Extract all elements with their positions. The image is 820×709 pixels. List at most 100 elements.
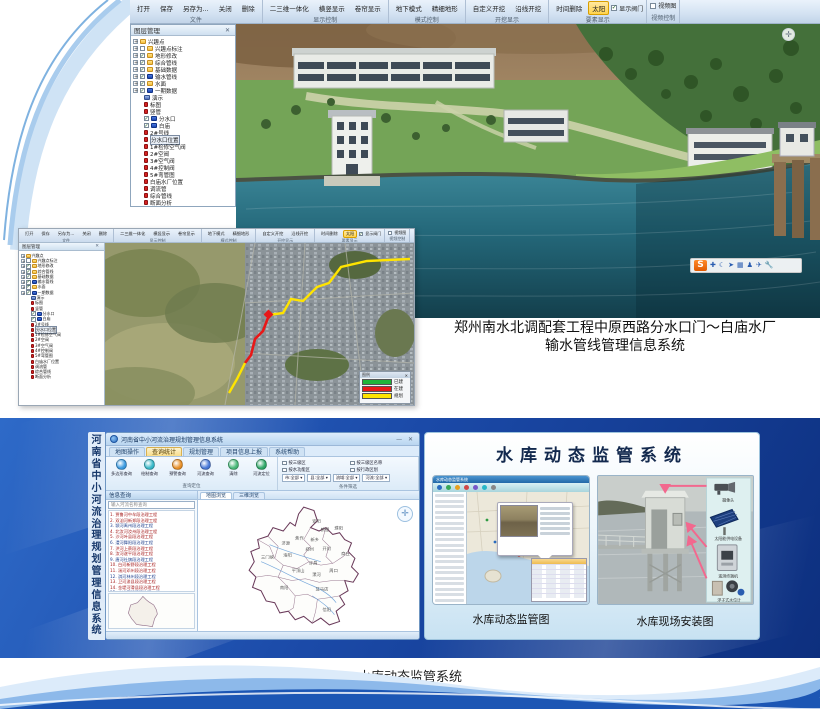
tree-expander-icon[interactable]: + [133, 39, 138, 44]
toolbar-button[interactable]: 卷帘显示 [175, 230, 198, 238]
legend-close-icon[interactable]: ✕ [405, 373, 408, 378]
tree-checkbox[interactable]: ✓ [26, 290, 31, 295]
checkbox-icon[interactable] [350, 468, 355, 473]
toolbar-icon[interactable] [464, 485, 469, 490]
ribbon-tool-button[interactable]: 河流查询 [192, 458, 219, 482]
toolbar-button[interactable]: 关闭 [79, 230, 93, 238]
tree-expander-icon[interactable]: + [21, 270, 25, 274]
tree-row[interactable]: +✓一期数据 [133, 87, 235, 94]
tree-row[interactable]: +✓地形修改 [133, 52, 235, 59]
toolbar-button[interactable]: 沿线开挖 [288, 230, 311, 238]
tree-expander-icon[interactable]: + [133, 46, 138, 51]
tree-row[interactable]: ✓白庙 [133, 122, 235, 129]
tree-expander-icon[interactable]: + [133, 60, 138, 65]
ribbon-tool-button[interactable]: 河流定位 [248, 458, 275, 482]
toolbar-button[interactable]: 卷帘显示 [351, 1, 385, 15]
map-view-tab[interactable]: 地图浏览 [200, 492, 232, 499]
app-logo-icon[interactable] [110, 435, 118, 443]
tree-row[interactable]: +✓输水管线 [133, 73, 235, 80]
tree-expander-icon[interactable]: + [133, 74, 138, 79]
checkbox-icon[interactable]: ✓ [359, 232, 363, 236]
panel-close-icon[interactable]: ✕ [225, 27, 232, 34]
filter-select[interactable]: 流域:全部 ▾ [333, 474, 361, 482]
window-control-icons[interactable]: — ✕ [396, 436, 415, 443]
toolbar-icon[interactable] [473, 485, 478, 490]
tree-row[interactable]: 白庙水厂位置 [133, 178, 235, 185]
tree-checkbox[interactable] [140, 46, 145, 51]
ribbon-tab[interactable]: 地图操作 [109, 447, 145, 456]
tree-checkbox[interactable]: ✓ [140, 88, 145, 93]
toolbar-button[interactable]: 精细地形 [428, 1, 462, 15]
checkbox-icon[interactable] [388, 231, 392, 235]
map-compass-icon[interactable]: ✛ [397, 506, 413, 522]
tree-row[interactable]: 演示 [133, 94, 235, 101]
toolbar-button[interactable]: 地下模式 [392, 1, 426, 15]
tree-checkbox[interactable]: ✓ [140, 67, 145, 72]
nav-tool-icon[interactable]: 🔧 [765, 260, 774, 271]
toolbar-button[interactable]: 时间删除 [552, 1, 586, 15]
toolbar-checkbox[interactable]: ✓显示阀门 [359, 231, 381, 237]
tree-row[interactable]: 断面分析 [21, 375, 104, 380]
checkbox-icon[interactable]: ✓ [611, 5, 617, 11]
tree-row[interactable]: 综合管线 [133, 192, 235, 199]
overview-map[interactable] [108, 593, 195, 629]
toolbar-icon[interactable] [455, 485, 460, 490]
checkbox-icon[interactable] [282, 461, 287, 466]
filter-checkbox[interactable]: 按三级区名称 [350, 460, 414, 466]
toolbar-button[interactable]: 自定义开挖 [259, 230, 286, 238]
tree-expander-icon[interactable]: + [21, 285, 25, 289]
toolbar-button[interactable]: 自定义开挖 [469, 1, 510, 15]
toolbar-icon[interactable] [482, 485, 487, 490]
filter-select[interactable]: 县:全部 ▾ [307, 474, 330, 482]
toolbar-button[interactable]: 横竖显示 [150, 230, 173, 238]
web-app-map[interactable] [467, 492, 589, 605]
nav-tool-icon[interactable]: ➤ [728, 260, 734, 271]
tree-row[interactable]: 竖管 [133, 108, 235, 115]
nav-tool-icon[interactable]: ▦ [737, 260, 744, 271]
toolbar-icon[interactable] [437, 485, 442, 490]
toolbar-button[interactable]: 关闭 [215, 1, 236, 15]
ribbon-tool-button[interactable]: 清除 [220, 458, 247, 482]
tree-expander-icon[interactable]: + [21, 259, 25, 263]
tree-checkbox[interactable]: ✓ [144, 123, 149, 128]
compass-icon[interactable]: ✛ [782, 28, 795, 41]
tree-row[interactable]: 标图 [133, 101, 235, 108]
tree-row[interactable]: +✓水面 [133, 80, 235, 87]
toolbar-button[interactable]: 删除 [238, 1, 259, 15]
tree-expander-icon[interactable]: + [133, 67, 138, 72]
toolbar-button[interactable]: 另存为... [179, 1, 213, 15]
toolbar-button[interactable]: 二三维一体化 [117, 230, 148, 238]
tree-checkbox[interactable]: ✓ [140, 81, 145, 86]
toolbar-button[interactable]: 保存 [38, 230, 52, 238]
toolbar-button[interactable]: 地下模式 [205, 230, 228, 238]
tree-expander-icon[interactable]: + [133, 88, 138, 93]
tree-row[interactable]: +✓综合管线 [133, 59, 235, 66]
toolbar-button[interactable]: 精细地形 [230, 230, 253, 238]
tree-expander-icon[interactable]: + [21, 280, 25, 284]
toolbar-button[interactable]: 打开 [22, 230, 36, 238]
tree-row[interactable]: 4#控制阀 [133, 164, 235, 171]
ribbon-tab[interactable]: 查询统计 [146, 447, 182, 456]
checkbox-icon[interactable] [282, 468, 287, 473]
toolbar-button[interactable]: 保存 [156, 1, 177, 15]
panel-close-icon[interactable]: ✕ [95, 244, 101, 249]
toolbar-icon[interactable] [491, 485, 496, 490]
toolbar-checkbox[interactable]: 视频图 [650, 1, 676, 10]
tree-row[interactable]: 2#空阀 [133, 150, 235, 157]
search-input[interactable]: 输入河流名称查询 [108, 501, 195, 509]
tree-expander-icon[interactable]: + [21, 264, 25, 268]
toolbar-button[interactable]: 打开 [133, 1, 154, 15]
tree-expander-icon[interactable]: + [133, 81, 138, 86]
nav-tool-icon[interactable]: ✚ [710, 260, 716, 271]
checkbox-icon[interactable] [350, 461, 355, 466]
toolbar-button[interactable]: 时间删除 [318, 230, 341, 238]
tree-row[interactable]: ✓分水口 [133, 115, 235, 122]
toolbar-button[interactable]: 另存为... [55, 230, 78, 238]
ribbon-tool-button[interactable]: 绘制查询 [136, 458, 163, 482]
toolbar-button[interactable]: 删除 [96, 230, 110, 238]
tree-row[interactable]: 2#号线 [133, 129, 235, 136]
checkbox-icon[interactable] [650, 3, 656, 9]
tree-row[interactable]: 调流管 [133, 185, 235, 192]
tree-row[interactable]: +兴趣点 [133, 38, 235, 45]
toolbar-button[interactable]: 太阳 [588, 1, 609, 15]
